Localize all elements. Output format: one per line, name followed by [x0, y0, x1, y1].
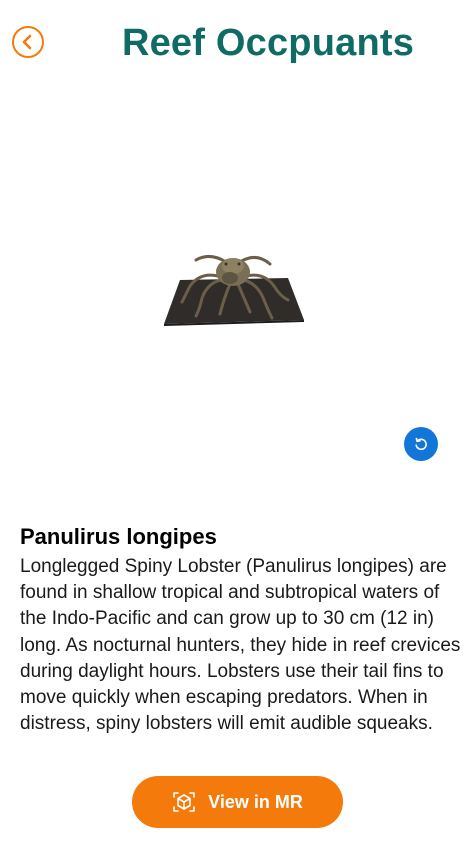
reset-view-button[interactable] — [404, 427, 438, 461]
view-in-mr-button[interactable]: View in MR — [132, 776, 343, 828]
species-description: Longlegged Spiny Lobster (Panulirus long… — [20, 556, 461, 735]
page-title: Reef Occpuants — [121, 22, 415, 64]
header: Reef Occpuants — [0, 0, 476, 90]
lobster-model[interactable] — [160, 242, 310, 327]
model-viewer[interactable] — [0, 100, 476, 500]
cube-ar-icon — [172, 790, 196, 814]
chevron-left-icon — [22, 34, 32, 50]
view-in-mr-label: View in MR — [208, 791, 303, 812]
species-info: Panulirus longipes Longlegged Spiny Lobs… — [20, 522, 466, 737]
species-name: Panulirus longipes — [20, 524, 217, 549]
rotate-reset-icon — [415, 437, 427, 451]
back-button[interactable] — [12, 26, 44, 58]
